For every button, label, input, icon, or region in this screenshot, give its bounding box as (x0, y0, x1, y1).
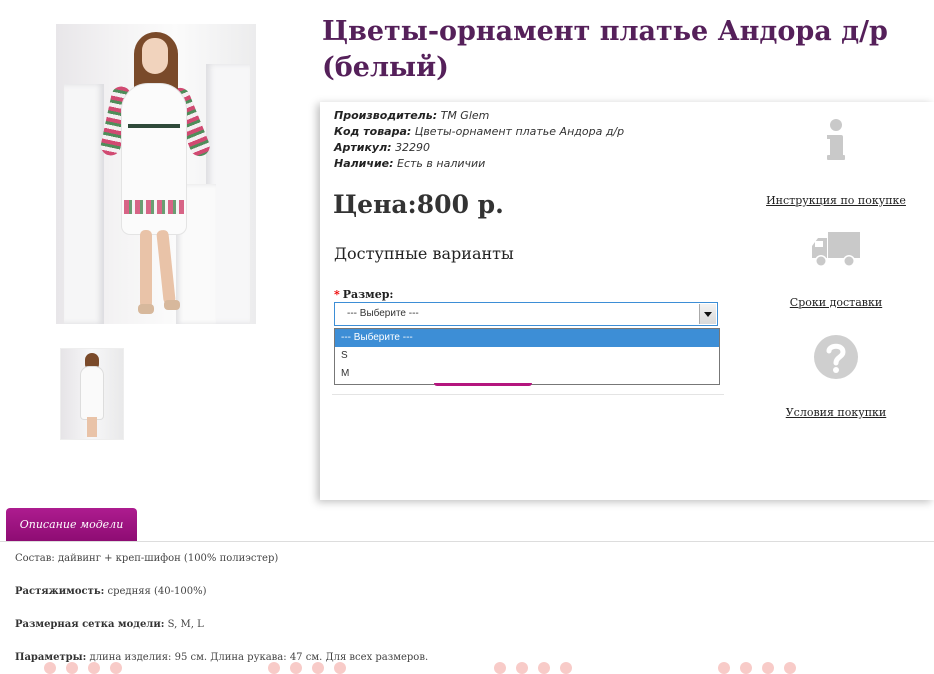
delivery-terms-link[interactable]: Сроки доставки (766, 296, 906, 309)
meta-article: Артикул: 32290 (334, 141, 431, 154)
size-select[interactable]: --- Выберите --- (334, 302, 718, 326)
size-select-value: --- Выберите --- (347, 308, 419, 319)
question-icon (814, 335, 858, 379)
product-meta: Производитель: TM Glem Код товара: Цветы… (334, 108, 624, 172)
product-title: Цветы-орнамент платье Андора д/р (белый) (322, 16, 888, 83)
size-label: * Размер: (334, 288, 394, 301)
purchase-terms-link[interactable]: Условия покупки (766, 406, 906, 419)
ornament-decoration (718, 662, 796, 674)
variants-heading: Доступные варианты (334, 244, 514, 263)
sidebar-item-purchase-terms: Условия покупки (766, 334, 906, 419)
info-icon (827, 119, 845, 160)
description-composition: Состав: дайвинг + креп-шифон (100% полиэ… (15, 553, 279, 564)
product-info-panel: Производитель: TM Glem Код товара: Цветы… (320, 102, 934, 500)
tab-description[interactable]: Описание модели (6, 508, 137, 541)
meta-manufacturer: Производитель: TM Glem (334, 109, 490, 122)
tab-divider (0, 541, 934, 542)
product-price: Цена:800 р. (333, 190, 504, 219)
ornament-decoration (44, 662, 122, 674)
size-option-s[interactable]: S (335, 347, 719, 365)
meta-availability: Наличие: Есть в наличии (334, 157, 486, 170)
instructions-link[interactable]: Инструкция по покупке (766, 194, 906, 207)
sidebar-item-instructions: Инструкция по покупке (766, 118, 906, 207)
product-main-image[interactable] (56, 24, 256, 324)
description-size-grid: Размерная сетка модели: S, M, L (15, 619, 204, 630)
buy-button[interactable] (434, 383, 532, 386)
size-option-placeholder[interactable]: --- Выберите --- (335, 329, 719, 347)
required-asterisk: * (334, 288, 340, 301)
description-stretch: Растяжимость: средняя (40-100%) (15, 586, 207, 597)
product-thumbnail[interactable] (60, 348, 124, 440)
size-option-m[interactable]: M (335, 365, 719, 383)
ornament-decoration (494, 662, 572, 674)
meta-product-code: Код товара: Цветы-орнамент платье Андора… (334, 125, 625, 138)
divider (332, 394, 724, 395)
delivery-truck-icon (812, 232, 860, 267)
size-dropdown-list: --- Выберите --- S M (334, 328, 720, 385)
chevron-down-icon[interactable] (699, 304, 716, 324)
ornament-decoration (268, 662, 346, 674)
sidebar-item-delivery: Сроки доставки (766, 230, 906, 309)
